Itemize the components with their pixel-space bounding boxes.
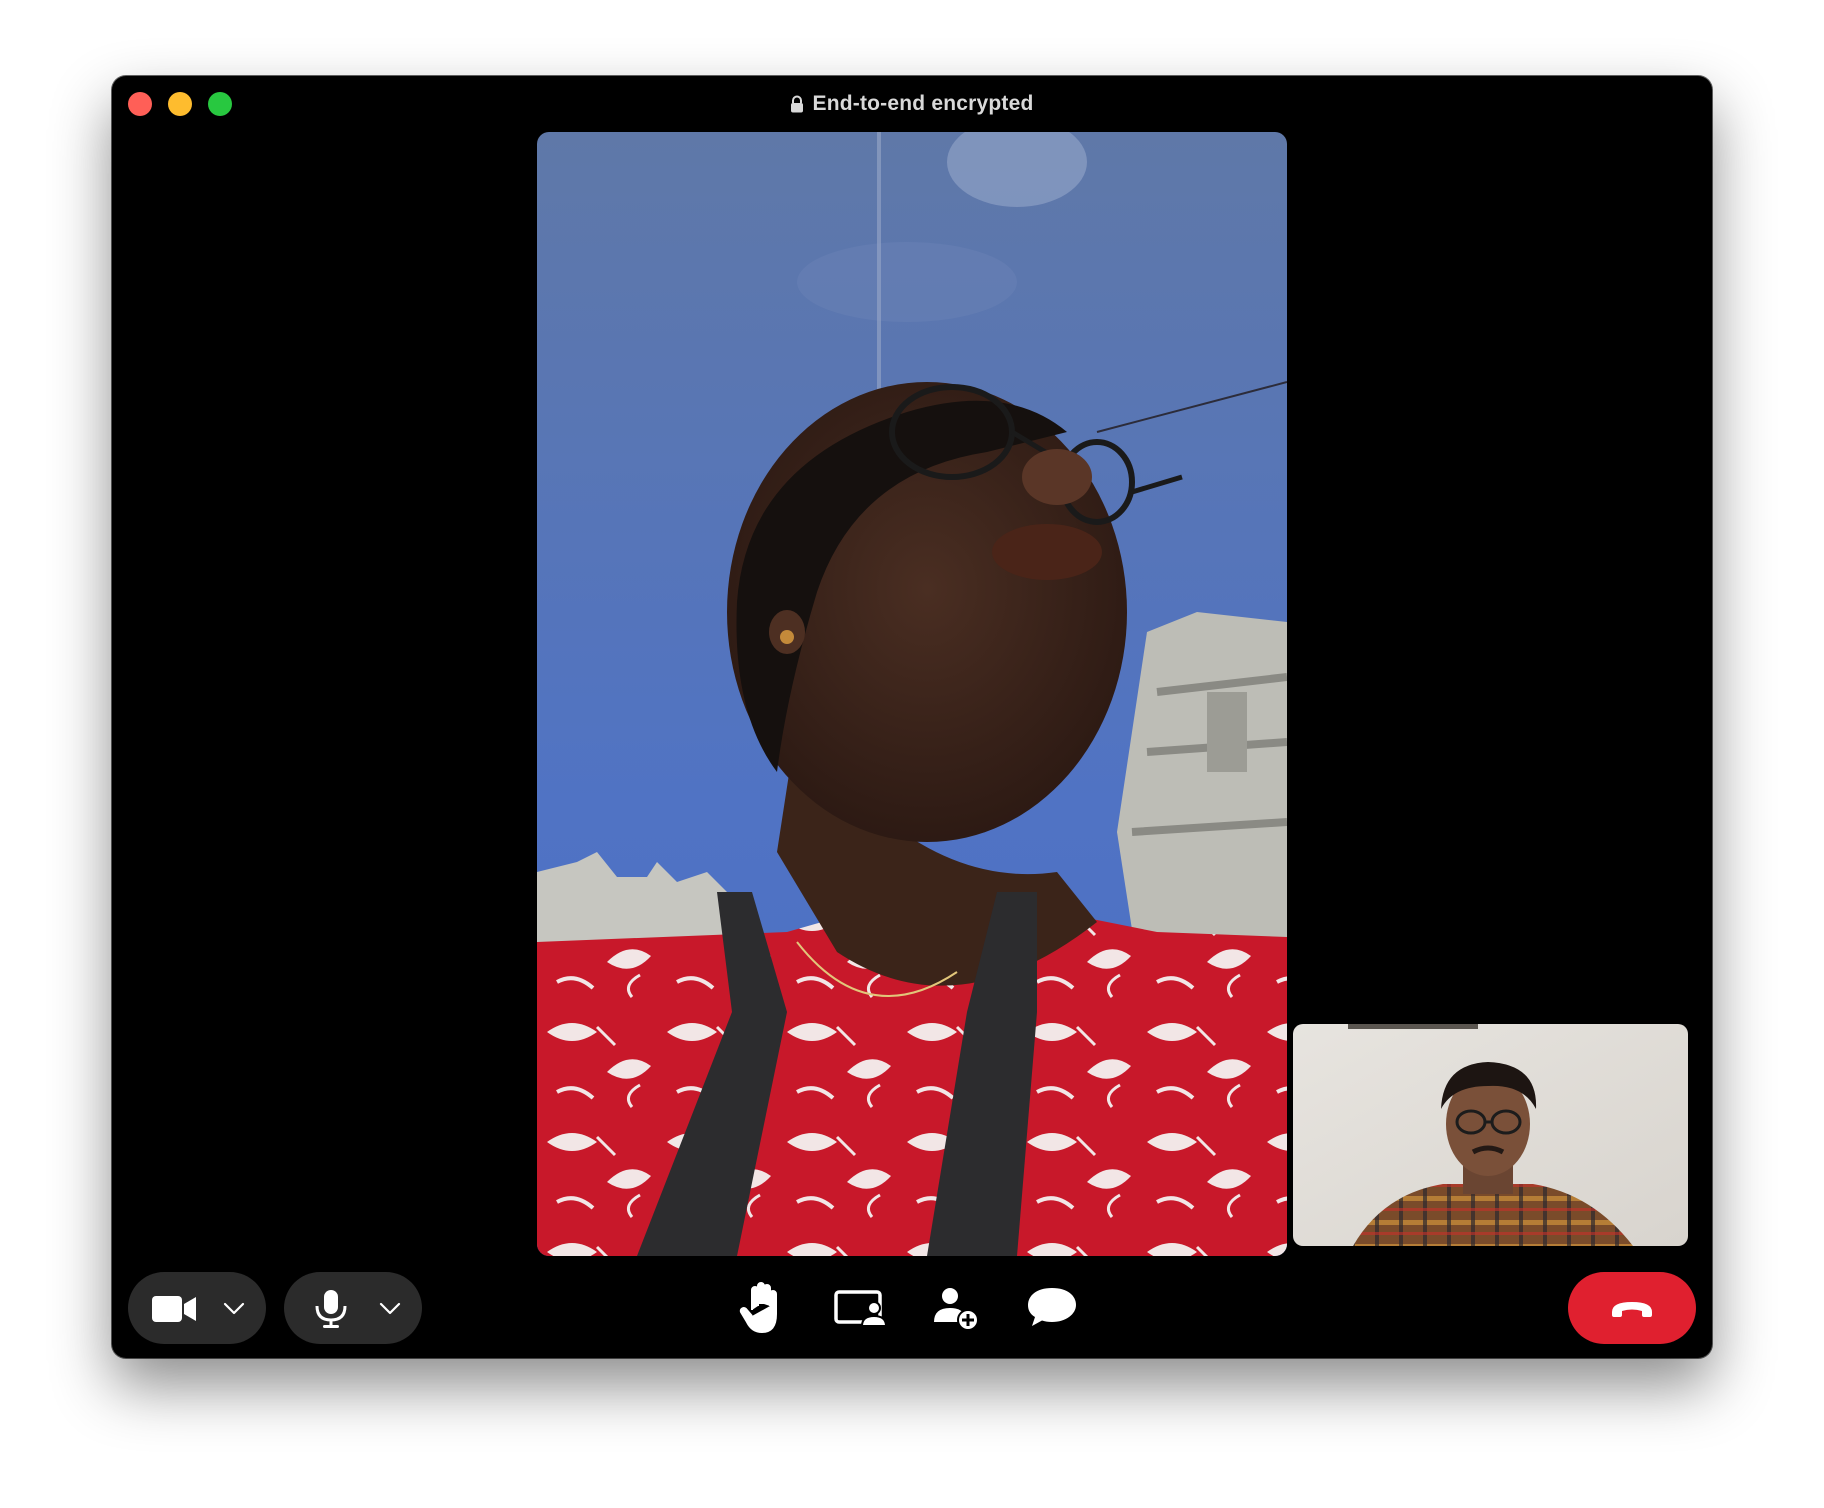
camera-control (128, 1272, 266, 1344)
video-call-window: End-to-end encrypted (112, 76, 1712, 1358)
self-view-video[interactable] (1293, 1024, 1688, 1246)
chevron-down-icon (379, 1302, 401, 1315)
raise-hand-button[interactable] (730, 1276, 794, 1340)
share-screen-button[interactable] (828, 1276, 892, 1340)
video-camera-icon (152, 1296, 196, 1322)
hang-up-icon (1612, 1302, 1652, 1317)
microphone-control (284, 1272, 422, 1344)
video-camera-button[interactable] (150, 1288, 200, 1328)
title-bar: End-to-end encrypted (112, 76, 1712, 132)
add-person-button[interactable] (924, 1276, 988, 1340)
end-call-button[interactable] (1568, 1272, 1696, 1344)
window-title-text: End-to-end encrypted (812, 92, 1034, 115)
microphone-icon (315, 1290, 347, 1328)
window-title: End-to-end encrypted (112, 92, 1712, 116)
microphone-button[interactable] (306, 1288, 356, 1328)
microphone-options-button[interactable] (376, 1294, 404, 1322)
chat-bubble-icon (1028, 1288, 1076, 1326)
chat-button[interactable] (1020, 1276, 1084, 1340)
chevron-down-icon (223, 1302, 245, 1315)
camera-options-button[interactable] (220, 1294, 248, 1322)
remote-video (537, 132, 1287, 1256)
hand-raise-icon (739, 1282, 777, 1333)
screen-share-icon (834, 1290, 888, 1327)
lock-icon (790, 95, 804, 113)
add-person-icon (934, 1288, 979, 1331)
